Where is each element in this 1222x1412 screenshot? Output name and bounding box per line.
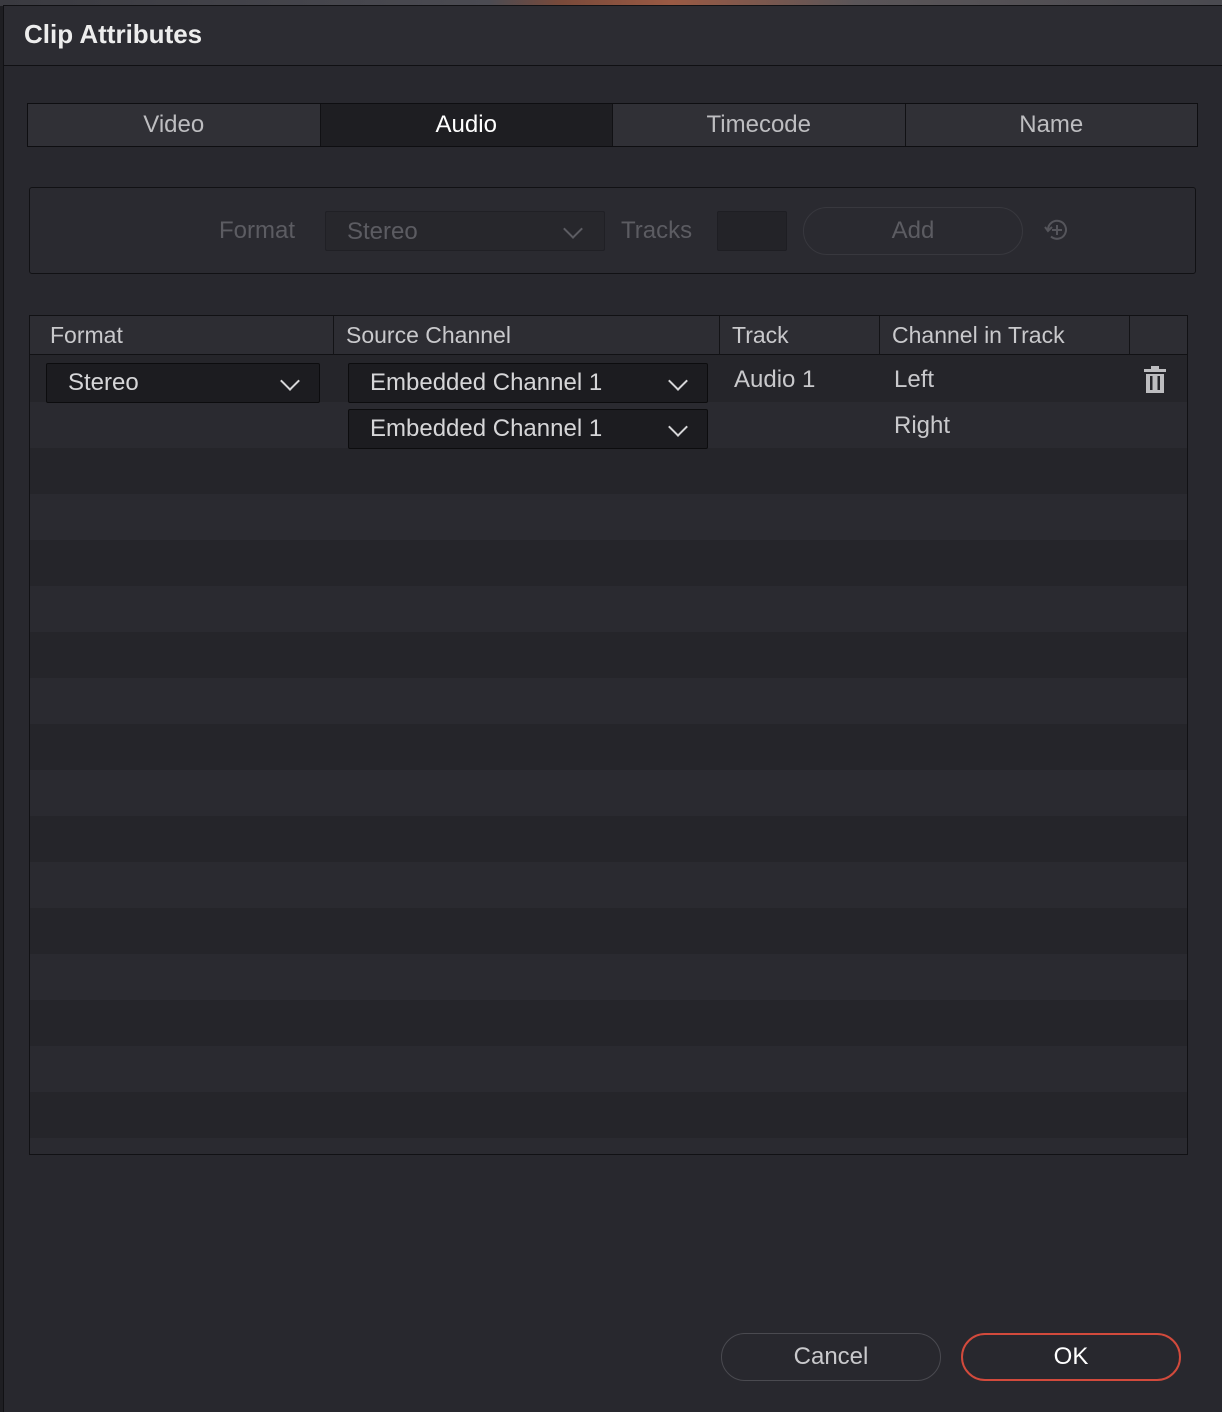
trash-icon[interactable] (1143, 365, 1167, 395)
table-header: Format Source Channel Track Channel in T… (30, 316, 1187, 355)
column-divider (719, 316, 720, 355)
table-row-stripe (30, 1046, 1187, 1092)
reset-icon[interactable] (1042, 215, 1072, 245)
source-channel-value: Embedded Channel 1 (370, 415, 603, 442)
add-button[interactable]: Add (803, 207, 1023, 255)
ok-button[interactable]: OK (961, 1333, 1181, 1381)
column-header-channel-in-track[interactable]: Channel in Track (892, 316, 1065, 355)
chevron-down-icon (563, 219, 583, 239)
tab-timecode[interactable]: Timecode (613, 104, 906, 146)
column-divider (333, 316, 334, 355)
tab-audio[interactable]: Audio (320, 104, 613, 146)
column-header-track[interactable]: Track (732, 316, 789, 355)
channel-in-track-right: Right (894, 412, 951, 439)
table-row-stripe (30, 1138, 1187, 1154)
table-row-stripe (30, 770, 1187, 816)
format-label: Format (219, 217, 296, 244)
channel-in-track-left: Left (894, 366, 935, 393)
format-select-disabled[interactable]: Stereo (325, 211, 605, 251)
table-row-stripe (30, 586, 1187, 632)
tab-name[interactable]: Name (906, 104, 1198, 146)
column-divider (879, 316, 880, 355)
source-channel-select-left[interactable]: Embedded Channel 1 (348, 363, 708, 403)
table-row-stripe (30, 494, 1187, 540)
row-format-select[interactable]: Stereo (46, 363, 320, 403)
tracks-input[interactable] (717, 211, 787, 251)
channel-mapping-table: Format Source Channel Track Channel in T… (29, 315, 1188, 1155)
table-row-stripe (30, 862, 1187, 908)
chevron-down-icon (668, 417, 688, 437)
cancel-button[interactable]: Cancel (721, 1333, 941, 1381)
add-track-panel: Format Stereo Tracks Add (29, 187, 1196, 274)
table-row-stripe (30, 954, 1187, 1000)
source-channel-value: Embedded Channel 1 (370, 369, 603, 396)
row-format-value: Stereo (68, 369, 139, 396)
table-row-stripe (30, 678, 1187, 724)
source-channel-select-right[interactable]: Embedded Channel 1 (348, 409, 708, 449)
tab-video[interactable]: Video (28, 104, 321, 146)
chevron-down-icon (280, 371, 300, 391)
attribute-tabs: Video Audio Timecode Name (27, 103, 1198, 147)
clip-attributes-dialog: Clip Attributes Video Audio Timecode Nam… (3, 5, 1222, 1412)
format-select-value: Stereo (347, 218, 418, 245)
column-header-source-channel[interactable]: Source Channel (346, 316, 511, 355)
track-name: Audio 1 (734, 366, 816, 393)
chevron-down-icon (668, 371, 688, 391)
dialog-titlebar: Clip Attributes (4, 6, 1222, 66)
column-divider (1129, 316, 1130, 355)
column-header-format[interactable]: Format (50, 316, 123, 355)
dialog-title: Clip Attributes (24, 19, 203, 49)
tracks-label: Tracks (621, 217, 693, 244)
